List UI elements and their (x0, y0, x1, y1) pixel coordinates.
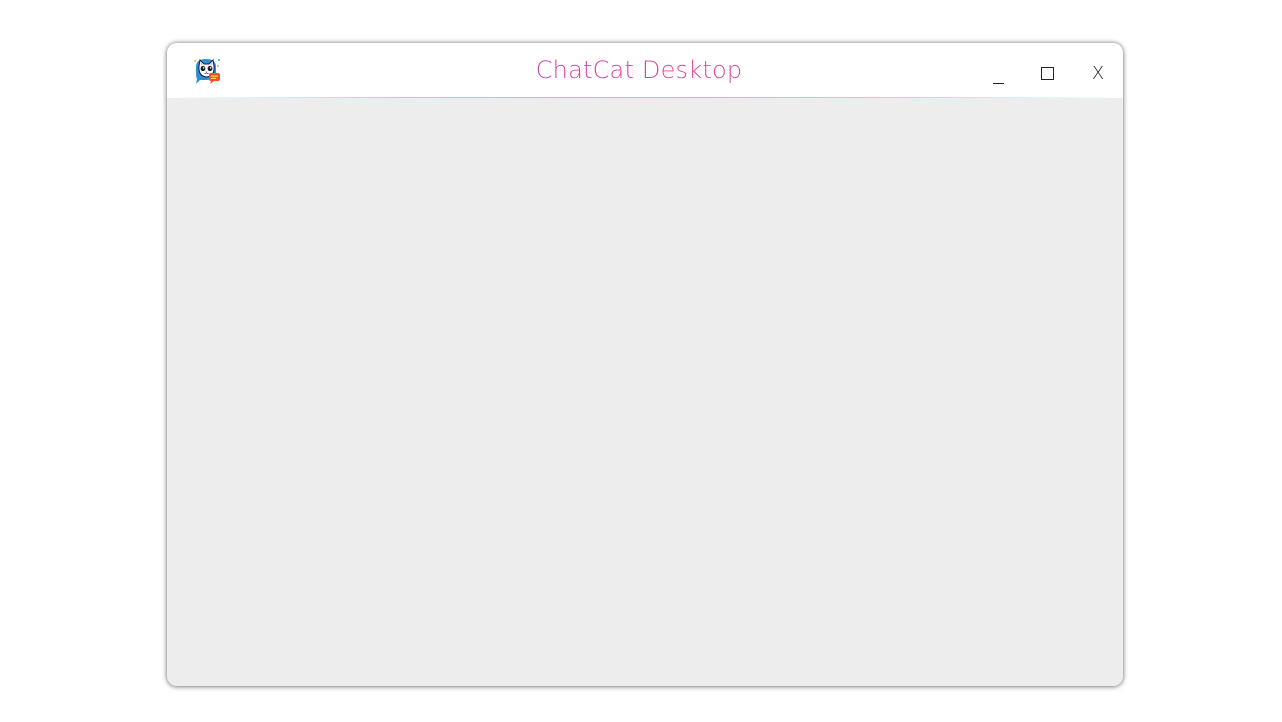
main-content-area (167, 98, 1123, 686)
close-icon: X (1091, 63, 1105, 84)
app-window: ChatCat Desktop X (167, 43, 1123, 686)
maximize-button[interactable] (1030, 61, 1066, 87)
maximize-icon (1041, 67, 1054, 80)
title-bar[interactable]: ChatCat Desktop X (167, 43, 1123, 97)
close-button[interactable]: X (1080, 61, 1116, 87)
window-title: ChatCat Desktop (167, 55, 1049, 85)
minimize-button[interactable] (980, 61, 1016, 87)
window-title-text: ChatCat Desktop (535, 56, 743, 84)
minimize-icon (993, 83, 1004, 84)
